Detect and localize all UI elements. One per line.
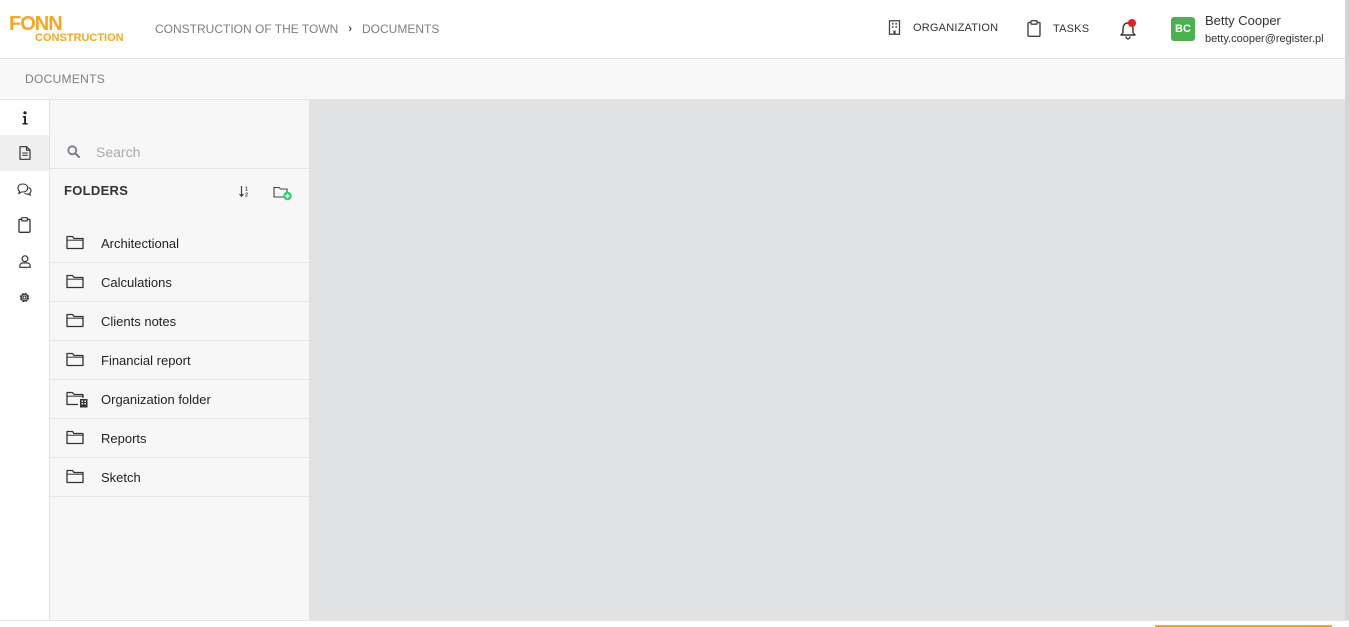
search-input[interactable]: [96, 141, 296, 163]
rail-settings-button[interactable]: [0, 279, 49, 315]
sort-icon[interactable]: 1 2: [238, 184, 252, 198]
breadcrumb-current: DOCUMENTS: [362, 22, 440, 36]
side-icon-rail: [0, 100, 50, 620]
notifications-button[interactable]: [1118, 19, 1140, 41]
folder-item[interactable]: Organization folder: [50, 380, 309, 419]
footer-bar: [0, 620, 1349, 627]
folder-label: Financial report: [101, 353, 191, 368]
breadcrumb-separator: ›: [348, 23, 353, 35]
organization-nav-label: ORGANIZATION: [913, 21, 999, 34]
top-bar: FONN CONSTRUCTION CONSTRUCTION OF THE TO…: [0, 0, 1345, 59]
organization-folder-icon: [66, 391, 88, 408]
user-name[interactable]: Betty Cooper: [1205, 13, 1281, 28]
folder-icon: [66, 274, 84, 289]
notification-indicator: [1128, 19, 1136, 27]
folder-item[interactable]: Clients notes: [50, 302, 309, 341]
rail-people-button[interactable]: [0, 243, 49, 279]
folders-heading: FOLDERS: [64, 183, 129, 198]
folder-label: Organization folder: [101, 392, 211, 407]
folder-label: Sketch: [101, 470, 141, 485]
svg-text:2: 2: [245, 193, 248, 199]
folder-item[interactable]: Architectional: [50, 224, 309, 263]
rail-documents-button[interactable]: [0, 135, 49, 171]
tasks-nav-button[interactable]: TASKS: [1027, 20, 1089, 37]
folder-label: Architectional: [101, 236, 180, 251]
document-icon: [18, 146, 31, 160]
folder-item[interactable]: Calculations: [50, 263, 309, 302]
folder-label: Clients notes: [101, 314, 177, 329]
folder-item[interactable]: Reports: [50, 419, 309, 458]
logo-wordmark: FONN: [9, 13, 63, 35]
folder-item[interactable]: Financial report: [50, 341, 309, 380]
search-icon: [67, 145, 80, 158]
breadcrumb: CONSTRUCTION OF THE TOWN › DOCUMENTS: [155, 22, 439, 36]
folder-item[interactable]: Sketch: [50, 458, 309, 497]
folder-icon: [66, 430, 84, 445]
folder-list: Architectional Calculations Clients notes F…: [50, 224, 309, 497]
page-scrollbar[interactable]: [1345, 0, 1349, 620]
page-header: DOCUMENTS: [0, 59, 1345, 100]
folder-search: [50, 134, 309, 169]
gear-icon: [19, 292, 30, 302]
user-icon: [18, 254, 31, 268]
rail-chat-button[interactable]: [0, 171, 49, 207]
breadcrumb-project-link[interactable]: CONSTRUCTION OF THE TOWN: [155, 22, 338, 36]
rail-tasks-button[interactable]: [0, 207, 49, 243]
folder-icon: [66, 469, 84, 484]
logo-subtitle: CONSTRUCTION: [35, 32, 124, 44]
folder-label: Reports: [101, 431, 147, 446]
clipboard-icon: [1027, 20, 1041, 37]
page-title: DOCUMENTS: [25, 72, 106, 86]
chat-icon: [17, 182, 32, 196]
document-preview-area: [309, 100, 1345, 620]
info-icon: [22, 111, 28, 125]
organization-nav-button[interactable]: ORGANIZATION: [888, 20, 998, 35]
folder-label: Calculations: [101, 275, 172, 290]
add-folder-icon[interactable]: [273, 185, 293, 201]
folder-panel: FOLDERS 1 2 Architectional Calculations Cl…: [50, 100, 309, 620]
fonn-logo[interactable]: FONN CONSTRUCTION: [9, 14, 124, 46]
tasks-nav-label: TASKS: [1053, 22, 1090, 35]
user-email: betty.cooper@register.pl: [1205, 33, 1324, 45]
folder-icon: [66, 235, 84, 250]
folder-icon: [66, 313, 84, 328]
avatar[interactable]: BC: [1171, 17, 1195, 41]
folder-icon: [66, 352, 84, 367]
clipboard-icon: [18, 217, 31, 233]
rail-info-button[interactable]: [0, 100, 49, 136]
building-icon: [888, 20, 901, 35]
